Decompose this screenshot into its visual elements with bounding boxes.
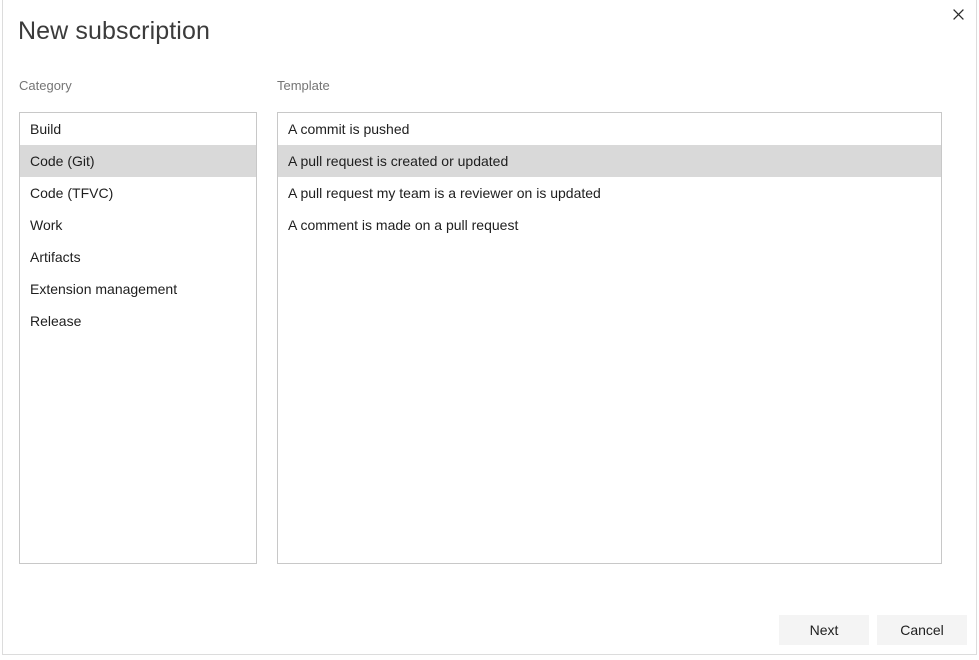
template-list-item-label: A pull request my team is a reviewer on … [288,185,601,201]
close-glyph [952,8,964,20]
new-subscription-dialog: New subscription Category Template Build… [2,0,977,655]
template-label: Template [277,78,330,93]
template-list-item[interactable]: A pull request is created or updated [278,145,941,177]
category-list-item-label: Extension management [30,281,178,297]
category-list-item-label: Release [30,313,82,329]
category-list-item[interactable]: Artifacts [20,241,256,273]
dialog-footer: Next Cancel [3,615,978,645]
category-list-item[interactable]: Code (Git) [20,145,256,177]
category-list-item[interactable]: Code (TFVC) [20,177,256,209]
page-title: New subscription [18,17,210,45]
category-list-item-label: Work [30,217,63,233]
template-list-item[interactable]: A commit is pushed [278,113,941,145]
close-icon[interactable] [946,2,970,26]
category-list-item[interactable]: Extension management [20,273,256,305]
template-list-item-label: A commit is pushed [288,121,410,137]
next-button[interactable]: Next [779,615,869,645]
category-listbox[interactable]: Build Code (Git) Code (TFVC) Work Artifacts E… [19,112,257,564]
category-list-item-label: Code (TFVC) [30,185,114,201]
cancel-button[interactable]: Cancel [877,615,967,645]
template-listbox[interactable]: A commit is pushed A pull request is crea… [277,112,942,564]
category-list-item[interactable]: Work [20,209,256,241]
category-list-item-label: Build [30,121,62,137]
template-list-item-label: A comment is made on a pull request [288,217,519,233]
category-label: Category [19,78,72,93]
template-list-item[interactable]: A pull request my team is a reviewer on … [278,177,941,209]
category-list-item[interactable]: Release [20,305,256,337]
category-list-item[interactable]: Build [20,113,256,145]
category-list-item-label: Code (Git) [30,153,95,169]
category-list-item-label: Artifacts [30,249,81,265]
template-list-item[interactable]: A comment is made on a pull request [278,209,941,241]
template-list-item-label: A pull request is created or updated [288,153,509,169]
